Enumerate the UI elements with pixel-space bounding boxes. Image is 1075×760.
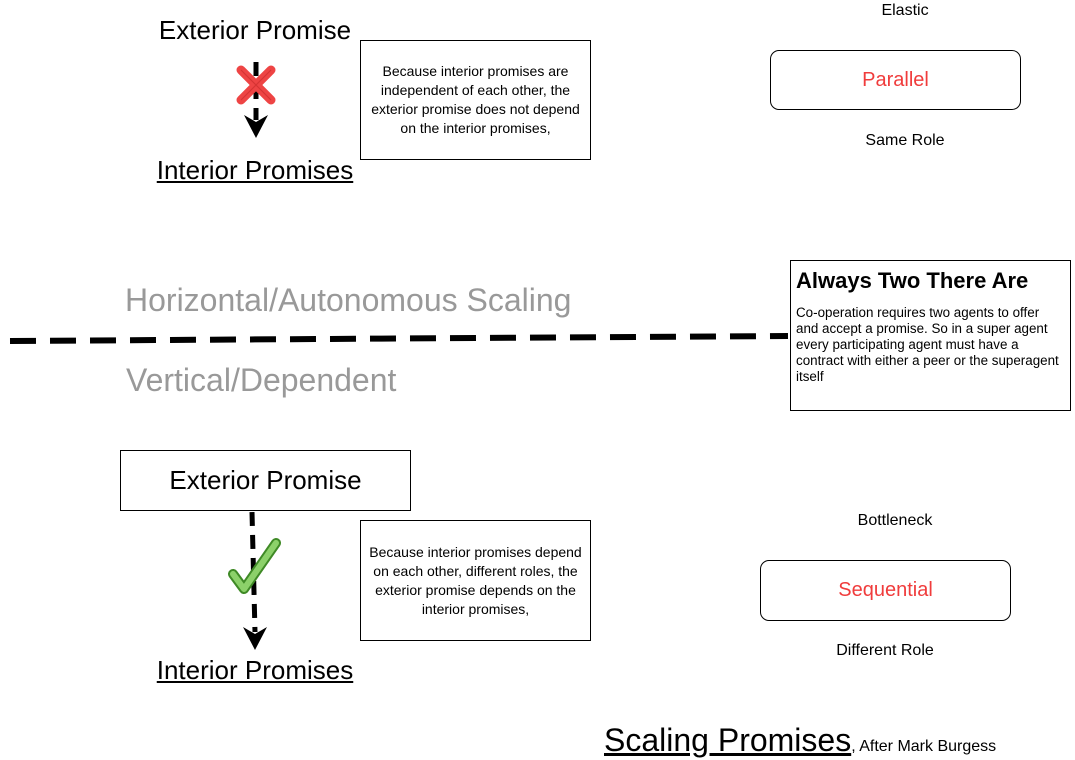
top-exterior-promise-title: Exterior Promise <box>158 15 352 45</box>
green-check-icon <box>228 538 281 594</box>
footer-attribution: , After Mark Burgess <box>851 738 997 755</box>
sequential-top-label: Bottleneck <box>857 512 933 529</box>
sequential-box: Sequential <box>760 560 1011 621</box>
callout-heading: Always Two There Are <box>796 268 1029 293</box>
parallel-top-label: Elastic <box>881 2 929 19</box>
vertical-dependent-label: Vertical/Dependent <box>126 362 397 398</box>
parallel-bottom-label: Same Role <box>865 132 945 149</box>
callout-body: Co-operation requires two agents to offe… <box>796 305 1059 384</box>
parallel-box-label: Parallel <box>862 68 929 91</box>
parallel-box: Parallel <box>770 50 1021 110</box>
top-interior-promises-title: Interior Promises <box>156 155 354 185</box>
bottom-interior-promises-title: Interior Promises <box>156 655 354 685</box>
footer-title: Scaling Promises <box>604 722 852 758</box>
top-note-box: Because interior promises are independen… <box>360 40 591 160</box>
divider-dashed-line <box>9 333 789 344</box>
bottom-note-text: Because interior promises depend on each… <box>369 543 582 617</box>
sequential-bottom-label: Different Role <box>836 642 934 659</box>
bottom-exterior-promise-box: Exterior Promise <box>120 450 411 511</box>
footer-caption: Scaling Promises, After Mark Burgess <box>604 722 996 759</box>
top-note-text: Because interior promises are independen… <box>371 63 580 136</box>
callout-box: Always Two There Are Co-operation requir… <box>790 260 1071 411</box>
sequential-box-label: Sequential <box>838 579 933 601</box>
bottom-note-box: Because interior promises depend on each… <box>360 520 591 641</box>
horizontal-scaling-label: Horizontal/Autonomous Scaling <box>125 282 572 318</box>
bottom-exterior-promise-title: Exterior Promise <box>169 465 362 495</box>
